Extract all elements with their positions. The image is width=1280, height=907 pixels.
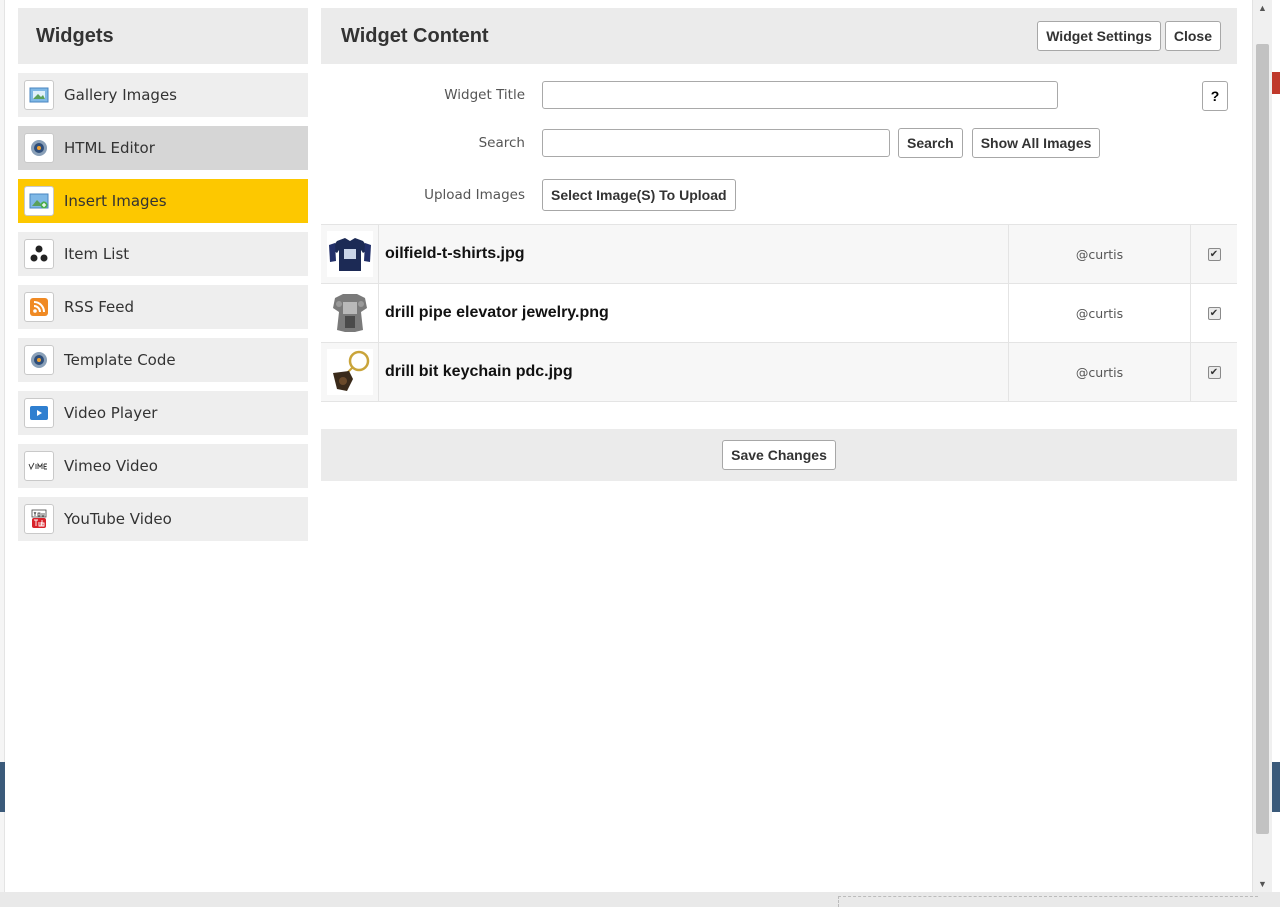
images-table: oilfield-t-shirts.jpg @curtis ✔ drill pi… xyxy=(321,224,1237,402)
page-title: Widget Content xyxy=(341,24,489,47)
search-label: Search xyxy=(478,135,525,151)
sidebar-item-template-code[interactable]: Template Code xyxy=(18,338,308,382)
widgets-sidebar: Widgets Gallery Images HTML Editor Inser… xyxy=(18,8,308,541)
sidebar-item-label: Gallery Images xyxy=(64,86,177,104)
save-bar: Save Changes xyxy=(321,429,1237,481)
save-changes-button[interactable]: Save Changes xyxy=(722,440,836,470)
widget-title-label: Widget Title xyxy=(444,87,525,103)
sidebar-item-rss-feed[interactable]: RSS Feed xyxy=(18,285,308,329)
sidebar-item-label: Insert Images xyxy=(64,192,167,210)
background-dashed-region xyxy=(838,896,1258,907)
image-filename: oilfield-t-shirts.jpg xyxy=(379,225,1009,283)
widget-content-panel: Widget Content Widget Settings Close Wid… xyxy=(321,8,1237,481)
checkbox-cell: ✔ xyxy=(1191,225,1237,283)
sidebar-item-item-list[interactable]: Item List xyxy=(18,232,308,276)
select-images-upload-button[interactable]: Select Image(S) To Upload xyxy=(542,179,736,211)
checkbox-cell: ✔ xyxy=(1191,343,1237,401)
sidebar-item-label: Video Player xyxy=(64,404,158,422)
table-row[interactable]: drill pipe elevator jewelry.png @curtis … xyxy=(321,284,1237,343)
search-row: Search Search Show All Images xyxy=(321,128,1101,158)
help-button[interactable]: ? xyxy=(1202,81,1228,111)
background-strip-right xyxy=(1272,762,1280,812)
thumbnail-cell xyxy=(321,284,379,342)
insert-images-icon xyxy=(24,186,54,216)
background-page-edge xyxy=(0,0,5,892)
vimeo-icon xyxy=(24,451,54,481)
scrollbar-thumb[interactable] xyxy=(1256,44,1269,834)
sidebar-item-insert-images[interactable]: Insert Images xyxy=(18,179,308,223)
widget-title-row: Widget Title xyxy=(321,81,1058,109)
modal-scrollbar[interactable]: ▲ ▼ xyxy=(1252,0,1272,892)
background-strip-left xyxy=(0,762,5,812)
search-button[interactable]: Search xyxy=(898,128,963,158)
rss-feed-icon xyxy=(24,292,54,322)
keychain-thumbnail xyxy=(326,349,373,395)
scroll-up-arrow-icon[interactable]: ▲ xyxy=(1253,0,1272,16)
t-shirt-thumbnail xyxy=(326,231,373,277)
sidebar-item-label: Template Code xyxy=(64,351,176,369)
youtube-icon xyxy=(24,504,54,534)
thumbnail-cell xyxy=(321,225,379,283)
image-select-checkbox[interactable]: ✔ xyxy=(1207,306,1221,320)
sidebar-title: Widgets xyxy=(18,8,308,64)
sidebar-item-gallery-images[interactable]: Gallery Images xyxy=(18,73,308,117)
upload-row: Upload Images Select Image(S) To Upload xyxy=(321,179,736,211)
widget-title-input[interactable] xyxy=(542,81,1058,109)
table-row[interactable]: oilfield-t-shirts.jpg @curtis ✔ xyxy=(321,225,1237,284)
image-select-checkbox[interactable]: ✔ xyxy=(1207,365,1221,379)
elevator-jewelry-thumbnail xyxy=(326,290,373,336)
template-code-gear-icon xyxy=(24,345,54,375)
item-list-icon xyxy=(24,239,54,269)
table-row[interactable]: drill bit keychain pdc.jpg @curtis ✔ xyxy=(321,343,1237,402)
sidebar-item-vimeo-video[interactable]: Vimeo Video xyxy=(18,444,308,488)
upload-images-label: Upload Images xyxy=(424,187,525,203)
sidebar-item-label: YouTube Video xyxy=(64,510,172,528)
close-button[interactable]: Close xyxy=(1164,21,1221,51)
thumbnail-cell xyxy=(321,343,379,401)
widget-content-header: Widget Content Widget Settings Close xyxy=(321,8,1237,64)
sidebar-item-youtube-video[interactable]: YouTube Video xyxy=(18,497,308,541)
sidebar-item-video-player[interactable]: Video Player xyxy=(18,391,308,435)
sidebar-item-label: RSS Feed xyxy=(64,298,135,316)
image-filename: drill pipe elevator jewelry.png xyxy=(379,284,1009,342)
image-user: @curtis xyxy=(1009,343,1191,401)
background-red-marker xyxy=(1272,72,1280,94)
image-user: @curtis xyxy=(1009,225,1191,283)
scroll-down-arrow-icon[interactable]: ▼ xyxy=(1253,876,1272,892)
sidebar-item-label: Item List xyxy=(64,245,130,263)
gallery-images-icon xyxy=(24,80,54,110)
image-filename: drill bit keychain pdc.jpg xyxy=(379,343,1009,401)
widget-settings-button[interactable]: Widget Settings xyxy=(1037,21,1161,51)
image-user: @curtis xyxy=(1009,284,1191,342)
sidebar-item-label: Vimeo Video xyxy=(64,457,158,475)
video-player-icon xyxy=(24,398,54,428)
html-editor-gear-icon xyxy=(24,133,54,163)
show-all-images-button[interactable]: Show All Images xyxy=(971,128,1101,158)
image-select-checkbox[interactable]: ✔ xyxy=(1207,247,1221,261)
checkbox-cell: ✔ xyxy=(1191,284,1237,342)
sidebar-item-html-editor[interactable]: HTML Editor xyxy=(18,126,308,170)
search-input[interactable] xyxy=(542,129,890,157)
sidebar-item-label: HTML Editor xyxy=(64,139,155,157)
